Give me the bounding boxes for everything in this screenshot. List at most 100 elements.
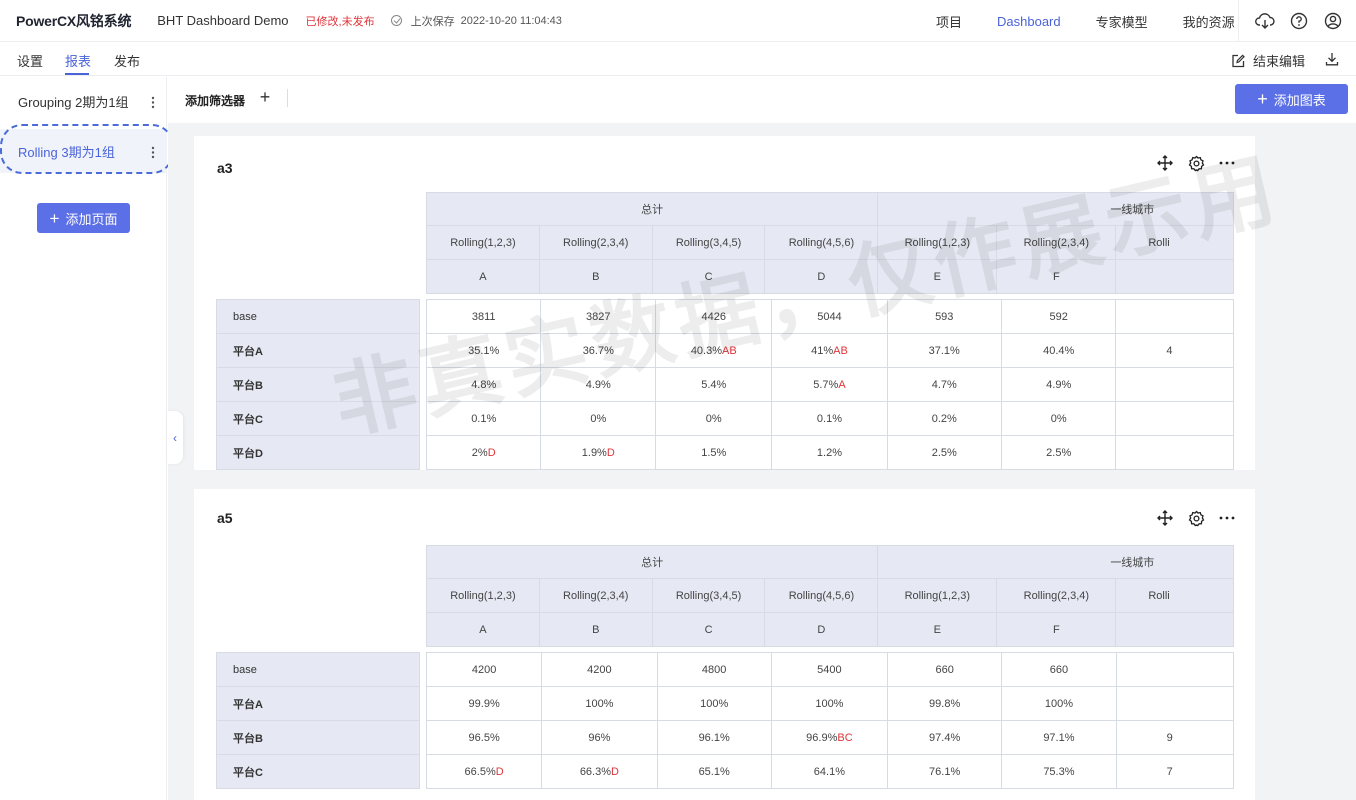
column-letter: D: [764, 612, 879, 647]
table-cell[interactable]: [1115, 367, 1234, 402]
table-cell[interactable]: 4.8%: [426, 367, 542, 402]
move-icon[interactable]: [1156, 509, 1174, 527]
table-cell[interactable]: 4.9%: [540, 367, 657, 402]
table-cell[interactable]: 5.4%: [655, 367, 773, 402]
gear-icon[interactable]: [1187, 509, 1205, 527]
tab-reports[interactable]: 报表: [65, 51, 91, 70]
user-avatar-icon[interactable]: [1323, 11, 1343, 31]
cell-value: 3827: [586, 310, 611, 323]
move-icon[interactable]: [1156, 154, 1174, 172]
table-cell[interactable]: 65.1%: [656, 754, 772, 789]
table-cell[interactable]: 75.3%: [1001, 754, 1117, 789]
table-cell[interactable]: 3811: [426, 299, 542, 334]
table-cell[interactable]: 100%: [1001, 686, 1117, 721]
table-cell[interactable]: 0%: [655, 401, 773, 436]
table-cell[interactable]: 5400: [770, 652, 889, 687]
significance-marker: D: [487, 446, 496, 459]
column-header: Rolli: [1115, 578, 1234, 613]
table-cell[interactable]: 0.2%: [886, 401, 1002, 436]
table-cell[interactable]: [1115, 686, 1234, 721]
table-cell[interactable]: 0.1%: [771, 401, 888, 436]
table-cell[interactable]: 4: [1115, 333, 1234, 368]
tab-settings[interactable]: 设置: [17, 51, 43, 70]
table-cell[interactable]: 7: [1115, 754, 1234, 789]
table-cell[interactable]: 36.7%: [540, 333, 657, 368]
table-cell[interactable]: 100%: [656, 686, 772, 721]
table-cell[interactable]: 4426: [655, 299, 773, 334]
cell-value: 660: [1049, 663, 1069, 676]
more-horizontal-icon[interactable]: [1218, 154, 1236, 172]
table-cell[interactable]: 0.1%: [426, 401, 542, 436]
table-cell[interactable]: 593: [886, 299, 1002, 334]
table-cell[interactable]: 5.7%A: [771, 367, 888, 402]
table-cell[interactable]: [1115, 652, 1234, 687]
table-cell[interactable]: 5044: [771, 299, 888, 334]
nav-item-projects[interactable]: 项目: [936, 12, 962, 31]
table-cell[interactable]: 96.5%: [426, 720, 543, 755]
table-cell[interactable]: 592: [1000, 299, 1117, 334]
table-cell[interactable]: 0%: [1000, 401, 1117, 436]
table-cell[interactable]: 97.1%: [1001, 720, 1117, 755]
table-cell[interactable]: 96.9%BC: [770, 720, 889, 755]
table-cell[interactable]: 4200: [541, 652, 658, 687]
table-cell[interactable]: 64.1%: [770, 754, 889, 789]
cell-value: 7: [1166, 765, 1173, 778]
table-cell[interactable]: 35.1%: [426, 333, 542, 368]
collapse-sidebar-chevron-icon[interactable]: ‹: [167, 411, 183, 464]
table-cell[interactable]: 2.5%: [1000, 435, 1117, 470]
table-cell[interactable]: 97.4%: [886, 720, 1003, 755]
sidebar-item-grouping[interactable]: Grouping 2期为1组: [0, 79, 167, 123]
table-cell[interactable]: 96.1%: [656, 720, 772, 755]
table-cell[interactable]: 100%: [541, 686, 658, 721]
end-edit-button[interactable]: 结束编辑: [1231, 51, 1305, 70]
table-cell[interactable]: 2.5%: [886, 435, 1002, 470]
cell-value: 4426: [701, 310, 726, 323]
download-icon[interactable]: [1325, 52, 1339, 69]
table-cell[interactable]: 76.1%: [886, 754, 1003, 789]
table-cell[interactable]: 660: [886, 652, 1003, 687]
table-cell[interactable]: 4800: [656, 652, 772, 687]
table-cell[interactable]: 0%: [540, 401, 657, 436]
table-cell[interactable]: [1115, 435, 1234, 470]
tab-publish[interactable]: 发布: [114, 51, 140, 70]
table-cell[interactable]: 2%D: [426, 435, 542, 470]
table-cell[interactable]: 40.4%: [1000, 333, 1117, 368]
nav-item-expert-models[interactable]: 专家模型: [1096, 12, 1148, 31]
table-cell[interactable]: 4.7%: [886, 367, 1002, 402]
table-cell[interactable]: 3827: [540, 299, 657, 334]
table-cell[interactable]: 40.3%AB: [655, 333, 773, 368]
table-cell[interactable]: 96%: [541, 720, 658, 755]
header-icon-group: [1238, 0, 1356, 42]
help-icon[interactable]: [1289, 11, 1309, 31]
table-cell[interactable]: 9: [1115, 720, 1234, 755]
nav-item-my-resources[interactable]: 我的资源: [1183, 12, 1235, 31]
table-cell[interactable]: 1.2%: [771, 435, 888, 470]
nav-item-dashboard[interactable]: Dashboard: [997, 14, 1061, 29]
table-cell[interactable]: 660: [1001, 652, 1117, 687]
table-cell[interactable]: 99.9%: [426, 686, 543, 721]
table-cell[interactable]: 1.5%: [655, 435, 773, 470]
table-row: 4200 4200 4800 5400 660 660: [426, 652, 1234, 687]
add-filter-plus-icon[interactable]: +: [256, 87, 274, 107]
table-cell[interactable]: 99.8%: [886, 686, 1003, 721]
add-filter-label[interactable]: 添加筛选器: [185, 92, 245, 109]
table-cell[interactable]: 1.9%D: [540, 435, 657, 470]
table-cell[interactable]: 41%AB: [771, 333, 888, 368]
table-cell[interactable]: [1115, 299, 1234, 334]
cell-value: 4.9%: [585, 378, 611, 391]
table-cell[interactable]: 66.3%D: [541, 754, 658, 789]
add-page-button[interactable]: + 添加页面: [37, 203, 130, 233]
table-cell[interactable]: 66.5%D: [426, 754, 543, 789]
table-cell[interactable]: 100%: [770, 686, 889, 721]
more-horizontal-icon[interactable]: [1218, 509, 1236, 527]
table-cell[interactable]: 4200: [426, 652, 543, 687]
app-logo[interactable]: PowerCX风铭系统: [16, 11, 131, 31]
gear-icon[interactable]: [1187, 154, 1205, 172]
cloud-download-icon[interactable]: [1255, 11, 1275, 31]
table-cell[interactable]: [1115, 401, 1234, 436]
table-cell[interactable]: 37.1%: [886, 333, 1002, 368]
more-vertical-icon[interactable]: [151, 96, 155, 112]
table-cell[interactable]: 4.9%: [1000, 367, 1117, 402]
add-chart-button[interactable]: + 添加图表: [1235, 84, 1348, 114]
column-letter: [1115, 612, 1234, 647]
